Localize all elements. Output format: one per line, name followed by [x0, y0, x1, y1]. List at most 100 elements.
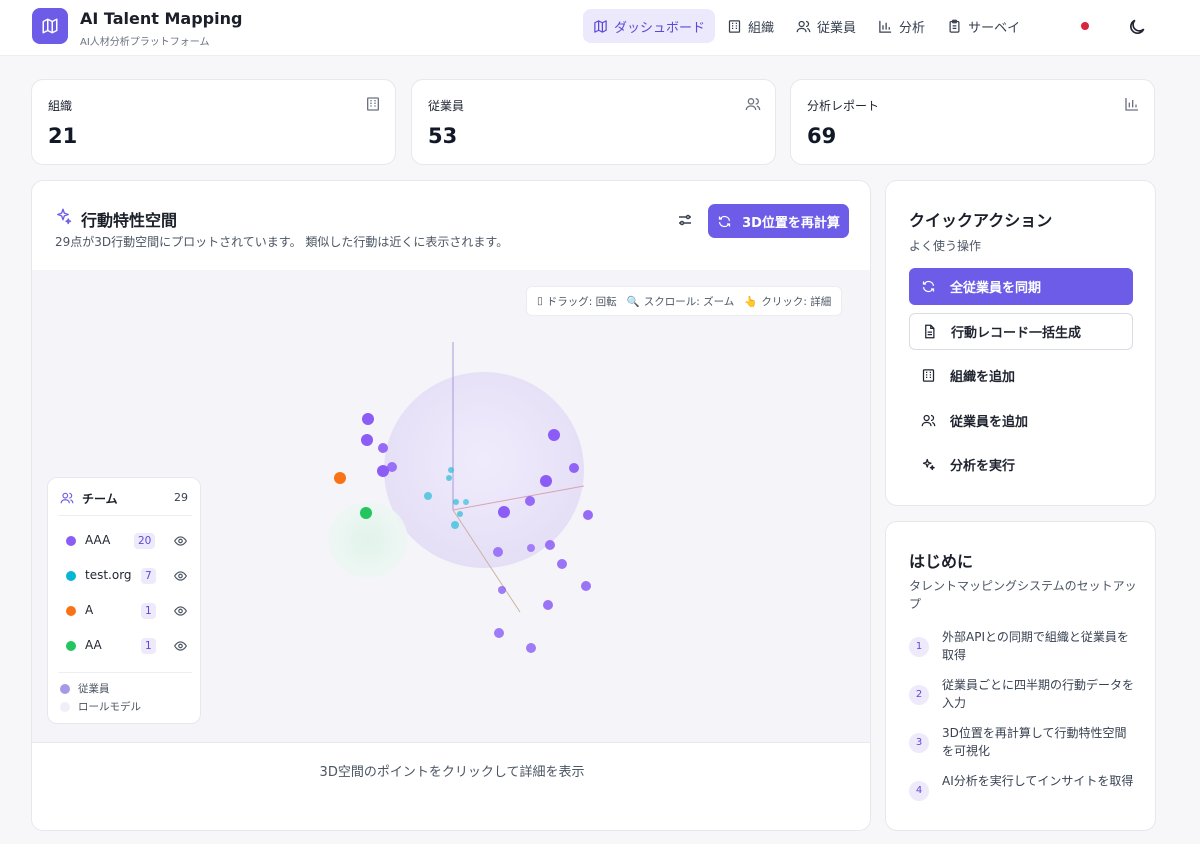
building-icon: [367, 97, 379, 111]
eye-icon[interactable]: [173, 639, 188, 653]
divider: [58, 672, 192, 673]
employee-point[interactable]: [543, 600, 553, 610]
employee-point[interactable]: [583, 510, 593, 520]
employee-point[interactable]: [494, 628, 504, 638]
nav-label: 従業員: [817, 20, 857, 36]
role-model-dot-icon: [60, 701, 70, 712]
team-row-aaa[interactable]: AAA 20: [58, 526, 192, 556]
team-row-aa[interactable]: AA 1: [58, 631, 192, 661]
eye-icon[interactable]: [173, 534, 188, 548]
employee-point[interactable]: [334, 472, 346, 484]
getting-started-title: はじめに: [909, 552, 974, 571]
employee-point[interactable]: [493, 547, 503, 557]
team-color-dot: [66, 571, 76, 581]
employee-point[interactable]: [548, 429, 560, 441]
language-flag-icon[interactable]: [1081, 22, 1089, 30]
employee-point[interactable]: [527, 544, 535, 552]
team-name: A: [85, 603, 94, 617]
eye-icon[interactable]: [173, 569, 188, 583]
run-analysis-button[interactable]: 分析を実行: [909, 446, 1133, 483]
team-row-a[interactable]: A 1: [58, 596, 192, 626]
team-name: AA: [85, 638, 102, 652]
employee-point[interactable]: [463, 499, 469, 505]
refresh-icon: [922, 280, 935, 293]
nav-organizations[interactable]: 組織: [717, 9, 784, 43]
employee-point[interactable]: [360, 507, 372, 519]
controls-hint: ▯ ドラッグ: 回転 🔍 スクロール: ズーム 👆 クリック: 詳細: [526, 286, 843, 316]
step-number: 4: [909, 781, 929, 801]
quick-actions-subtitle: よく使う操作: [909, 239, 982, 253]
employee-point[interactable]: [451, 521, 459, 529]
step-text: AI分析を実行してインサイトを取得: [942, 774, 1134, 788]
nav-analysis[interactable]: 分析: [868, 9, 935, 43]
3d-canvas[interactable]: ▯ ドラッグ: 回転 🔍 スクロール: ズーム 👆 クリック: 詳細 チーム 2…: [32, 270, 870, 742]
app-header: AI Talent Mapping AI人材分析プラットフォーム ダッシュボード…: [0, 0, 1200, 56]
team-count-badge: 1: [141, 603, 156, 619]
employee-point[interactable]: [498, 586, 506, 594]
legend-title: チーム: [82, 492, 118, 506]
employee-point[interactable]: [453, 499, 459, 505]
employee-point[interactable]: [361, 434, 373, 446]
team-name: AAA: [85, 533, 111, 547]
employee-point[interactable]: [581, 581, 591, 591]
employee-point[interactable]: [526, 643, 536, 653]
add-employee-button[interactable]: 従業員を追加: [909, 402, 1133, 439]
employee-point[interactable]: [457, 511, 463, 517]
panel-title: 行動特性空間: [81, 211, 178, 230]
nav-employees[interactable]: 従業員: [786, 9, 866, 43]
employee-point[interactable]: [540, 475, 552, 487]
hint-scroll: スクロール: ズーム: [643, 295, 735, 308]
button-label: 分析を実行: [950, 459, 1016, 474]
step-number: 2: [909, 685, 929, 705]
team-count-badge: 7: [141, 568, 156, 584]
drag-icon: ▯: [537, 295, 543, 307]
clipboard-icon: [949, 19, 960, 33]
sync-all-employees-button[interactable]: 全従業員を同期: [909, 268, 1133, 305]
employee-point[interactable]: [569, 463, 579, 473]
app-logo[interactable]: [32, 8, 68, 44]
eye-icon[interactable]: [173, 604, 188, 618]
quick-actions-card: クイックアクション よく使う操作 全従業員を同期 行動レコード一括生成 組織を追…: [885, 180, 1156, 506]
team-name: test.org: [85, 568, 132, 582]
sparkles-icon: [57, 208, 72, 225]
pointer-hand-icon: 👆: [744, 295, 758, 308]
nav-survey[interactable]: サーベイ: [937, 9, 1030, 43]
employee-point[interactable]: [448, 467, 454, 473]
add-organization-button[interactable]: 組織を追加: [909, 357, 1133, 394]
button-label: 行動レコード一括生成: [951, 326, 1082, 341]
moon-icon[interactable]: [1127, 17, 1147, 37]
document-icon: [925, 324, 935, 339]
team-row-test-org[interactable]: test.org 7: [58, 561, 192, 591]
sliders-icon[interactable]: [676, 211, 694, 229]
team-count-badge: 20: [134, 533, 156, 549]
nav-dashboard[interactable]: ダッシュボード: [583, 9, 716, 43]
nav-label: サーベイ: [968, 20, 1021, 36]
employee-point[interactable]: [498, 506, 510, 518]
employee-point[interactable]: [446, 475, 452, 481]
users-icon: [921, 414, 936, 427]
sparkles-icon: [922, 458, 935, 471]
employee-point[interactable]: [378, 443, 388, 453]
stat-label: 組織: [48, 99, 73, 113]
divider: [58, 515, 192, 516]
button-label: 組織を追加: [950, 370, 1016, 385]
employee-point[interactable]: [362, 413, 374, 425]
bar-chart-icon: [1125, 98, 1138, 111]
nav-label: ダッシュボード: [614, 20, 706, 36]
employee-point[interactable]: [424, 492, 432, 500]
team-legend: チーム 29 AAA 20 test.org 7 A 1 AA 1 従業員 ロー…: [47, 477, 201, 724]
stat-card-reports: 分析レポート 69: [790, 79, 1155, 165]
employee-point[interactable]: [557, 559, 567, 569]
users-icon: [796, 20, 811, 32]
bulk-generate-records-button[interactable]: 行動レコード一括生成: [909, 313, 1133, 350]
employee-point[interactable]: [525, 496, 535, 506]
building-icon: [922, 369, 935, 382]
recalculate-3d-button[interactable]: 3D位置を再計算: [708, 204, 849, 238]
step-text: 外部APIとの同期で組織と従業員を取得: [942, 630, 1129, 662]
employee-point[interactable]: [387, 462, 397, 472]
employee-point[interactable]: [545, 540, 555, 550]
team-count-badge: 1: [141, 638, 156, 654]
team-color-dot: [66, 641, 76, 651]
users-icon: [745, 98, 761, 111]
step-text: 従業員ごとに四半期の行動データを入力: [942, 678, 1135, 710]
